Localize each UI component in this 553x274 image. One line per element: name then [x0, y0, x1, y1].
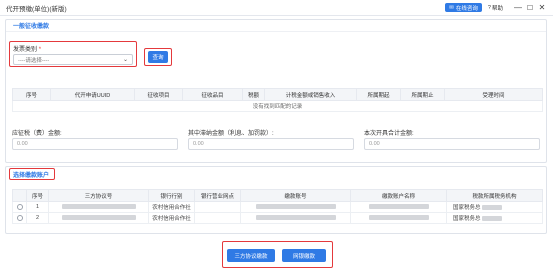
maximize-button[interactable]: ☐ — [525, 3, 535, 13]
invoice-type-value: ----请选择---- — [18, 57, 50, 64]
redacted-value — [61, 204, 136, 210]
bank-type: 农村信用合作社 — [148, 201, 195, 213]
account-number — [240, 201, 351, 213]
account-table: 序号 三方协议号 银行行别 银行营业网点 缴款账号 缴款账户名称 税款所属税务机… — [12, 189, 543, 224]
column-header: 银行行别 — [148, 189, 195, 202]
tax-org-text: 国家税务总 — [453, 205, 481, 211]
late-fee-label: 其中滞纳金额（利息、加罚款）: — [188, 131, 274, 137]
panel-header: 一般征收缴款 — [6, 20, 546, 32]
help-link[interactable]: ? 帮助 — [488, 4, 503, 12]
panel-header: 选择缴款账户 — [13, 170, 49, 179]
column-header: 缴款账户名称 — [350, 189, 447, 202]
tripartite-payment-button[interactable]: 三方协议缴款 — [227, 249, 275, 262]
title-bar: 代开预缴(单位)(新版) ✉ 在线咨询 ? 帮助 — ☐ ✕ — [0, 0, 553, 16]
online-help-button[interactable]: ✉ 在线咨询 — [445, 3, 482, 12]
tax-org: 国家税务总 — [446, 201, 543, 213]
invoice-type-select[interactable]: ----请选择---- ⌄ — [13, 54, 133, 65]
row-select[interactable] — [12, 212, 27, 224]
column-header: 计税金额或销售收入 — [264, 88, 357, 101]
agreement-number — [48, 212, 149, 224]
invoice-total-label: 本次开具合计金额: — [364, 131, 414, 137]
section-title: 一般征收缴款 — [13, 24, 50, 30]
row-index: 2 — [26, 212, 49, 224]
column-header: 序号 — [12, 88, 51, 101]
tax-org: 国家税务总 — [446, 212, 543, 224]
redacted-value — [255, 204, 336, 210]
online-help-label: 在线咨询 — [455, 5, 478, 12]
invoice-type-label: 发票类别 * — [13, 44, 41, 53]
window-title: 代开预缴(单位)(新版) — [6, 5, 67, 13]
close-button[interactable]: ✕ — [537, 3, 547, 13]
section-title: 选择缴款账户 — [13, 173, 50, 179]
column-header: 税额 — [242, 88, 265, 101]
redacted-value — [482, 205, 503, 211]
bank-branch — [194, 201, 241, 213]
chat-icon: ✉ — [449, 4, 454, 11]
column-header: 所属期起 — [356, 88, 401, 101]
tax-amount-label: 应征税（费）金额: — [12, 131, 62, 137]
column-header: 代开申请UUID — [50, 88, 135, 101]
results-table: 序号 代开申请UUID 征收项目 征收品目 税额 计税金额或销售收入 所属期起 … — [12, 88, 543, 112]
column-header: 序号 — [26, 189, 49, 202]
redacted-value — [368, 204, 429, 210]
column-header: 三方协议号 — [48, 189, 149, 202]
payment-account-panel: 选择缴款账户 序号 三方协议号 银行行别 银行营业网点 缴款账号 缴款账户名称 … — [5, 166, 547, 234]
invoice-total-field[interactable]: 0.00 — [364, 138, 540, 150]
table-row[interactable]: 1 农村信用合作社 国家税务总 — [12, 201, 543, 213]
radio-button[interactable] — [16, 214, 23, 221]
column-header: 受理时间 — [444, 88, 543, 101]
redacted-value — [482, 216, 503, 222]
empty-message: 没有找到匹配的记录 — [12, 100, 543, 112]
column-header: 征收项目 — [134, 88, 183, 101]
account-number — [240, 212, 351, 224]
help-label: 帮助 — [491, 5, 503, 12]
required-mark: * — [38, 47, 42, 53]
radio-button[interactable] — [16, 203, 23, 210]
tax-org-text: 国家税务总 — [453, 216, 481, 222]
query-button[interactable]: 查询 — [148, 51, 168, 63]
late-fee-field[interactable]: 0.00 — [188, 138, 354, 150]
row-select[interactable] — [12, 201, 27, 213]
select-column-header — [12, 189, 27, 202]
column-header: 所属期止 — [400, 88, 445, 101]
column-header: 税款所属税务机构 — [446, 189, 543, 202]
column-header: 征收品目 — [182, 88, 243, 101]
minimize-button[interactable]: — — [513, 3, 523, 13]
empty-row: 没有找到匹配的记录 — [12, 100, 543, 112]
row-index: 1 — [26, 201, 49, 213]
column-header: 银行营业网点 — [194, 189, 241, 202]
account-name — [350, 201, 447, 213]
table-row[interactable]: 2 农村信用合作社 国家税务总 — [12, 212, 543, 224]
redacted-value — [368, 215, 429, 221]
invoice-type-label-text: 发票类别 — [13, 47, 38, 53]
agreement-number — [48, 201, 149, 213]
redacted-value — [255, 215, 336, 221]
table-header-row: 序号 三方协议号 银行行别 银行营业网点 缴款账号 缴款账户名称 税款所属税务机… — [12, 189, 543, 202]
bank-branch — [194, 212, 241, 224]
account-name — [350, 212, 447, 224]
general-collection-panel: 一般征收缴款 发票类别 * ----请选择---- ⌄ 查询 序号 代开申请UU… — [5, 19, 547, 163]
redacted-value — [61, 215, 136, 221]
bank-card-payment-button[interactable]: 网银缴款 — [282, 249, 326, 262]
chevron-down-icon: ⌄ — [122, 57, 128, 63]
table-header-row: 序号 代开申请UUID 征收项目 征收品目 税额 计税金额或销售收入 所属期起 … — [12, 88, 543, 101]
tax-amount-field[interactable]: 0.00 — [12, 138, 178, 150]
bank-type: 农村信用合作社 — [148, 212, 195, 224]
column-header: 缴款账号 — [240, 189, 351, 202]
question-icon: ? — [487, 4, 491, 11]
